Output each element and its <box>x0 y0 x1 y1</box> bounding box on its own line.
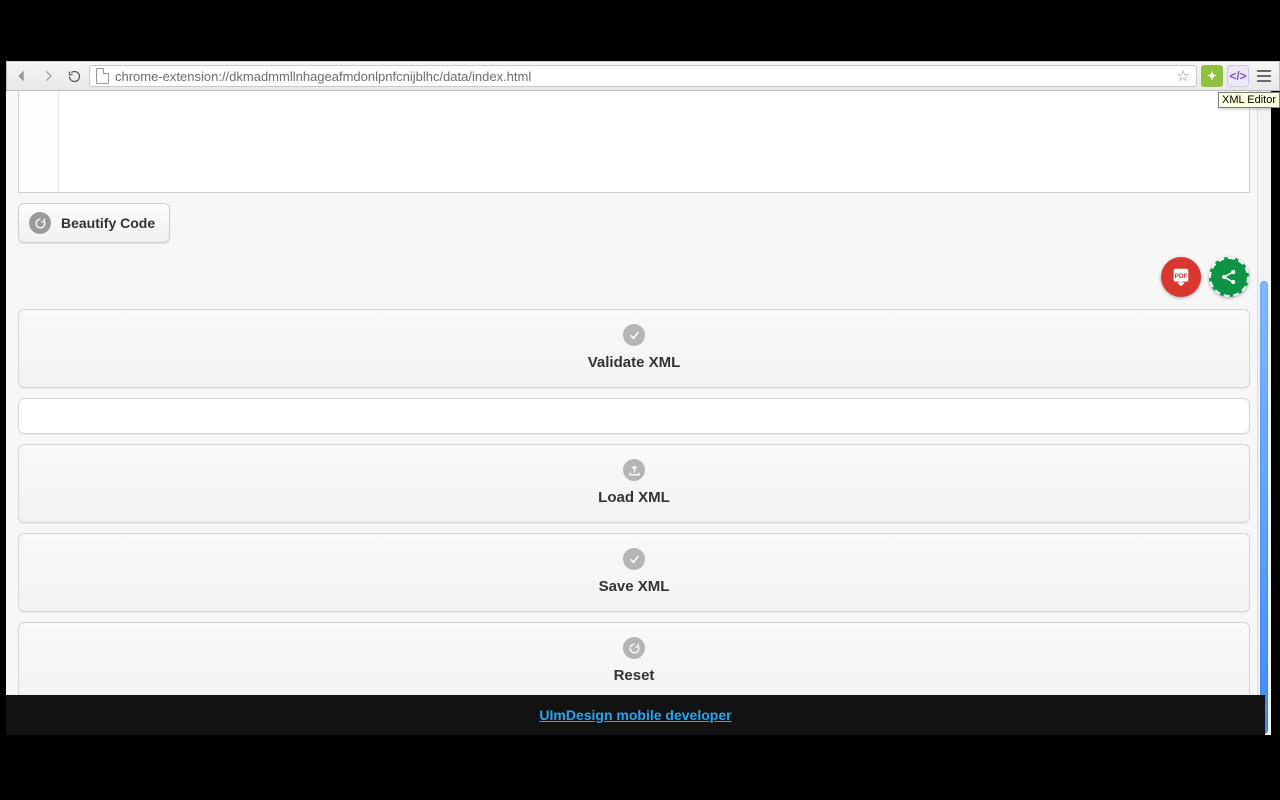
line-number-gutter <box>19 91 59 192</box>
footer-link[interactable]: UImDesign mobile developer <box>539 707 731 723</box>
validate-label: Validate XML <box>588 354 681 371</box>
reset-button[interactable]: Reset <box>18 622 1250 701</box>
refresh-icon <box>623 637 645 659</box>
beautify-code-button[interactable]: Beautify Code <box>18 203 170 243</box>
browser-toolbar: chrome-extension://dkmadmmllnhageafmdonl… <box>6 61 1280 91</box>
extension-icon-xml[interactable]: </> <box>1227 65 1249 87</box>
share-button[interactable] <box>1209 257 1249 297</box>
page-icon <box>96 68 109 84</box>
validate-xml-button[interactable]: Validate XML <box>18 309 1250 388</box>
extension-icon-1[interactable]: ✦ <box>1201 65 1223 87</box>
save-label: Save XML <box>599 578 670 595</box>
bookmark-star-icon[interactable]: ☆ <box>1177 67 1190 85</box>
chrome-menu-button[interactable] <box>1253 65 1275 87</box>
url-text: chrome-extension://dkmadmmllnhageafmdonl… <box>115 69 531 84</box>
check-circle-icon <box>623 548 645 570</box>
save-xml-button[interactable]: Save XML <box>18 533 1250 612</box>
page-viewport: ▴ ▾ Beautify Code PDF Validate XML <box>6 91 1265 735</box>
back-button[interactable] <box>11 65 33 87</box>
load-xml-button[interactable]: Load XML <box>18 444 1250 523</box>
svg-text:PDF: PDF <box>1175 273 1188 280</box>
forward-button[interactable] <box>37 65 59 87</box>
reload-button[interactable] <box>63 65 85 87</box>
check-circle-icon <box>623 324 645 346</box>
message-output-panel <box>18 398 1250 434</box>
pdf-export-button[interactable]: PDF <box>1161 257 1201 297</box>
page-footer: UImDesign mobile developer <box>6 695 1265 735</box>
address-bar[interactable]: chrome-extension://dkmadmmllnhageafmdonl… <box>89 65 1197 87</box>
load-label: Load XML <box>598 489 670 506</box>
floating-actions: PDF <box>1161 257 1249 297</box>
extension-tooltip: XML Editor <box>1218 92 1280 108</box>
upload-icon <box>623 459 645 481</box>
beautify-label: Beautify Code <box>61 215 155 231</box>
scrollbar-thumb[interactable] <box>1260 281 1268 734</box>
code-editor[interactable] <box>18 91 1250 193</box>
reset-label: Reset <box>614 667 655 684</box>
refresh-icon <box>29 212 51 234</box>
action-panels: Validate XML Load XML Save XML Reset <box>18 309 1250 711</box>
